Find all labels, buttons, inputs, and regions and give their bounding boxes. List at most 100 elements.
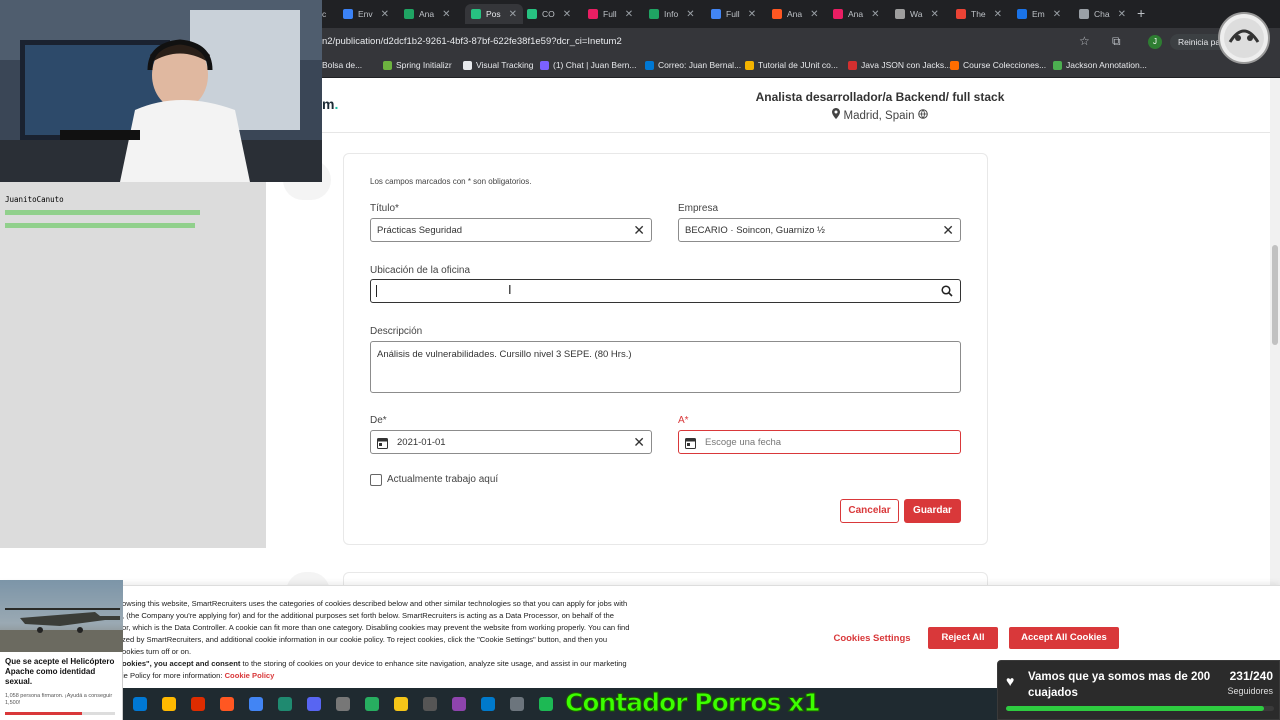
browser-tab[interactable]: Pos ✕: [465, 4, 523, 24]
calendar-icon[interactable]: [685, 436, 696, 449]
required-fields-note: Los campos marcados con * son obligatori…: [370, 177, 532, 186]
tab-favicon-icon: [833, 9, 843, 19]
profile-avatar[interactable]: J: [1148, 35, 1162, 49]
petition-ad[interactable]: Que se acepte el Helicóptero Apache como…: [0, 580, 123, 720]
browser-tab[interactable]: The ✕: [956, 4, 1014, 24]
to-date-input[interactable]: Escoge una fecha: [678, 430, 961, 454]
bookmark-favicon-icon: [1053, 60, 1062, 70]
bookmark-item[interactable]: Visual Tracking: [463, 60, 533, 70]
browser-tab[interactable]: Em ✕: [1017, 4, 1075, 24]
search-icon[interactable]: [941, 284, 953, 302]
close-tab-icon[interactable]: ✕: [1118, 9, 1126, 20]
bookmark-item[interactable]: Correo: Juan Bernal...: [645, 60, 741, 70]
title-input-value: Prácticas Seguridad: [377, 225, 463, 236]
taskbar-app-icon[interactable]: [452, 697, 466, 711]
site-logo[interactable]: m.: [322, 96, 338, 112]
browser-tab[interactable]: c: [322, 4, 340, 24]
taskbar-app-icon[interactable]: [220, 697, 234, 711]
taskbar-app-icon[interactable]: [133, 697, 147, 711]
close-tab-icon[interactable]: ✕: [625, 9, 633, 20]
bookmark-item[interactable]: Spring Initializr: [383, 60, 452, 70]
close-tab-icon[interactable]: ✕: [509, 9, 517, 20]
clear-from-date-icon[interactable]: ✕: [633, 433, 645, 451]
new-tab-button[interactable]: +: [1137, 5, 1145, 21]
tab-favicon-icon: [404, 9, 414, 19]
cookie-settings-button[interactable]: Cookies Settings: [826, 628, 918, 650]
browser-tab[interactable]: Info ✕: [649, 4, 707, 24]
taskbar-app-icon[interactable]: [162, 697, 176, 711]
clear-title-icon[interactable]: ✕: [633, 221, 645, 239]
taskbar-app-icon[interactable]: [191, 697, 205, 711]
taskbar-app-icon[interactable]: [278, 697, 292, 711]
job-location-text: Madrid, Spain: [843, 110, 915, 122]
browser-tab[interactable]: Env ✕: [343, 4, 401, 24]
title-label: Título*: [370, 203, 399, 214]
close-tab-icon[interactable]: ✕: [686, 9, 694, 20]
bookmark-favicon-icon: [383, 60, 392, 70]
accept-all-cookies-button[interactable]: Accept All Cookies: [1009, 627, 1119, 649]
bookmark-item[interactable]: (1) Chat | Juan Bern...: [540, 60, 636, 70]
bookmark-item[interactable]: Tutorial de JUnit co...: [745, 60, 838, 70]
from-date-input[interactable]: 2021-01-01 ✕: [370, 430, 652, 454]
current-job-label[interactable]: Actualmente trabajo aquí: [387, 474, 498, 485]
bookmark-star-icon[interactable]: ☆: [1079, 34, 1090, 48]
stream-chat: JuanitoCanuto: [0, 182, 266, 548]
close-tab-icon[interactable]: ✕: [442, 9, 450, 20]
bookmark-item[interactable]: Bolsa de...: [322, 60, 362, 70]
company-input[interactable]: BECARIO · Soincon, Guarnizo ½ ✕: [678, 218, 961, 242]
tab-label: CO: [542, 9, 555, 19]
taskbar-app-icon[interactable]: [510, 697, 524, 711]
taskbar-app-icon[interactable]: [336, 697, 350, 711]
cookie-policy-link[interactable]: Cookie Policy: [225, 671, 275, 680]
browser-tab[interactable]: Cha ✕: [1079, 4, 1137, 24]
browser-tab[interactable]: Ana ✕: [404, 4, 462, 24]
bookmark-item[interactable]: Jackson Annotation...: [1053, 60, 1147, 70]
close-tab-icon[interactable]: ✕: [381, 9, 389, 20]
close-tab-icon[interactable]: ✕: [748, 9, 756, 20]
scrollbar-thumb[interactable]: [1272, 245, 1278, 345]
title-input[interactable]: Prácticas Seguridad ✕: [370, 218, 652, 242]
office-location-input[interactable]: [370, 279, 961, 303]
browser-tab[interactable]: Full ✕: [711, 4, 769, 24]
bookmark-item[interactable]: Course Colecciones...: [950, 60, 1046, 70]
close-tab-icon[interactable]: ✕: [1053, 9, 1061, 20]
browser-tab[interactable]: Ana ✕: [772, 4, 830, 24]
reject-all-button[interactable]: Reject All: [928, 627, 998, 649]
petition-progress-fill: [5, 712, 82, 715]
close-tab-icon[interactable]: ✕: [871, 9, 879, 20]
helicopter-image: [0, 580, 123, 652]
browser-tab[interactable]: Ana ✕: [833, 4, 891, 24]
taskbar-app-icon[interactable]: [307, 697, 321, 711]
taskbar-app-icon[interactable]: [365, 697, 379, 711]
browser-tab[interactable]: CO ✕: [527, 4, 585, 24]
browser-tab[interactable]: Wa ✕: [895, 4, 953, 24]
calendar-icon[interactable]: [377, 436, 388, 449]
save-button[interactable]: Guardar: [904, 499, 961, 523]
close-tab-icon[interactable]: ✕: [563, 9, 571, 20]
bookmark-label: Course Colecciones...: [963, 60, 1047, 70]
taskbar-app-icon[interactable]: [394, 697, 408, 711]
bookmark-item[interactable]: Java JSON con Jacks...: [848, 60, 951, 70]
taskbar-app-icon[interactable]: [423, 697, 437, 711]
extensions-icon[interactable]: ⧉: [1112, 34, 1121, 49]
close-tab-icon[interactable]: ✕: [994, 9, 1002, 20]
close-tab-icon[interactable]: ✕: [810, 9, 818, 20]
chat-message: [5, 208, 200, 217]
taskbar-app-icon[interactable]: [481, 697, 495, 711]
taskbar-app-icon[interactable]: [249, 697, 263, 711]
description-textarea[interactable]: Análisis de vulnerabilidades. Cursillo n…: [370, 341, 961, 393]
address-bar[interactable]: n2/publication/d2dcf1b2-9261-4bf3-87bf-6…: [322, 32, 1102, 52]
browser-tab[interactable]: Full ✕: [588, 4, 646, 24]
to-date-label: A*: [678, 415, 689, 426]
description-value: Análisis de vulnerabilidades. Cursillo n…: [377, 349, 632, 360]
current-job-checkbox[interactable]: [370, 474, 382, 486]
bookmark-label: Bolsa de...: [322, 60, 363, 70]
tab-favicon-icon: [895, 9, 905, 19]
bookmark-favicon-icon: [848, 60, 857, 70]
cancel-button[interactable]: Cancelar: [840, 499, 899, 523]
clear-company-icon[interactable]: ✕: [942, 221, 954, 239]
experience-form-card: Los campos marcados con * son obligatori…: [343, 153, 988, 545]
close-tab-icon[interactable]: ✕: [930, 9, 938, 20]
job-location: Madrid, Spain: [700, 108, 1060, 122]
taskbar-app-icon[interactable]: [539, 697, 553, 711]
